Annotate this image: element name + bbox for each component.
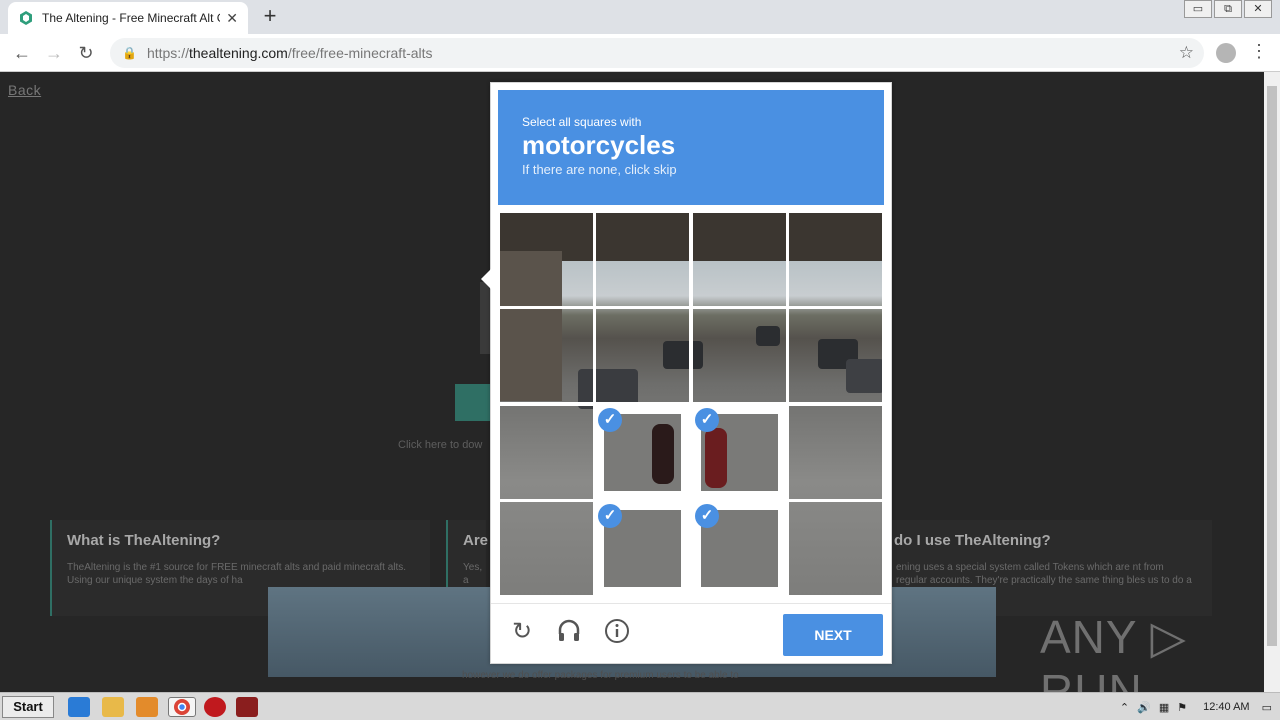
captcha-footer: ↻ NEXT: [491, 603, 891, 663]
captcha-skip-hint: If there are none, click skip: [522, 162, 677, 177]
window-controls: ▭ ⧉ ✕: [1182, 0, 1272, 18]
back-arrow-icon[interactable]: ←: [10, 41, 34, 65]
audio-challenge-icon[interactable]: [555, 618, 583, 646]
minimize-button[interactable]: ▭: [1184, 0, 1212, 18]
scrollbar-thumb[interactable]: [1267, 86, 1277, 646]
start-button[interactable]: Start: [2, 696, 54, 718]
card-title: do I use TheAltening?: [894, 532, 1051, 549]
profile-avatar-icon[interactable]: [1216, 43, 1236, 63]
close-window-button[interactable]: ✕: [1244, 0, 1272, 18]
system-tray: ⌃ 🔊 ▦ ⚑ 12:40 AM ▭: [1102, 695, 1280, 719]
reload-icon[interactable]: ↻: [74, 41, 98, 65]
site-favicon-icon: [20, 11, 32, 25]
motorcycle-shape: [705, 428, 727, 488]
bookmark-star-icon[interactable]: ☆: [1179, 43, 1194, 63]
background-hint-text: Click here to dow: [398, 439, 483, 451]
captcha-tile[interactable]: [594, 211, 691, 308]
browser-toolbar: ← → ↻ 🔒 https:// thealtening.com /free/f…: [0, 34, 1280, 72]
folder-icon[interactable]: [102, 697, 124, 717]
captcha-tile[interactable]: [787, 307, 884, 404]
chrome-icon[interactable]: [168, 697, 196, 717]
info-icon[interactable]: [603, 618, 631, 646]
checkmark-icon: ✓: [695, 408, 719, 432]
windows-taskbar: Start ⌃ 🔊 ▦ ⚑ 12:40 AM ▭: [0, 692, 1280, 720]
captcha-tile[interactable]: [498, 211, 595, 308]
card-title: Are: [463, 532, 489, 549]
browser-tab[interactable]: The Altening - Free Minecraft Alt Gen ✕: [8, 2, 248, 34]
anyrun-watermark: ANY ▷ RUN: [1040, 611, 1187, 692]
checkmark-icon: ✓: [598, 408, 622, 432]
ie-icon[interactable]: [68, 697, 90, 717]
captcha-tile[interactable]: [787, 211, 884, 308]
captcha-tile[interactable]: [594, 307, 691, 404]
captcha-pointer: [481, 269, 491, 289]
back-link[interactable]: Back: [8, 82, 41, 98]
url-protocol: https://: [146, 45, 189, 61]
network-icon[interactable]: ▦: [1159, 701, 1169, 714]
tab-close-icon[interactable]: ✕: [226, 10, 238, 27]
clock[interactable]: 12:40 AM: [1203, 701, 1249, 713]
lock-icon: 🔒: [122, 46, 137, 60]
menu-kebab-icon[interactable]: ⋮: [1250, 41, 1268, 62]
captcha-tile[interactable]: [498, 500, 595, 597]
background-bottom-text: however we do offer packages for premium…: [462, 670, 739, 681]
captcha-tile-selected[interactable]: ✓: [691, 404, 788, 501]
motorcycle-shape: [652, 424, 674, 484]
captcha-tile[interactable]: [691, 211, 788, 308]
opera-icon[interactable]: [204, 697, 226, 717]
flag-icon[interactable]: ⚑: [1177, 701, 1187, 714]
url-path: /free/free-minecraft-alts: [287, 45, 433, 61]
address-bar[interactable]: 🔒 https:// thealtening.com /free/free-mi…: [110, 38, 1204, 68]
captcha-tile-selected[interactable]: ✓: [594, 500, 691, 597]
info-circle-icon: [605, 619, 629, 643]
refresh-icon[interactable]: ↻: [508, 618, 536, 646]
next-button[interactable]: NEXT: [783, 614, 883, 656]
winrar-icon[interactable]: [236, 697, 258, 717]
new-tab-button[interactable]: +: [258, 4, 282, 28]
checkmark-icon: ✓: [598, 504, 622, 528]
captcha-image-grid: ✓ ✓ ✓ ✓: [498, 211, 884, 597]
captcha-tile[interactable]: [498, 404, 595, 501]
tab-title: The Altening - Free Minecraft Alt Gen: [42, 11, 221, 25]
captcha-instruction: Select all squares with: [522, 115, 642, 129]
chrome-logo-icon: [174, 699, 190, 715]
browser-tab-bar: The Altening - Free Minecraft Alt Gen ✕ …: [0, 0, 1280, 34]
media-player-icon[interactable]: [136, 697, 158, 717]
url-host: thealtening.com: [188, 45, 288, 61]
captcha-tile-selected[interactable]: ✓: [594, 404, 691, 501]
captcha-tile[interactable]: [787, 500, 884, 597]
page-scrollbar[interactable]: [1264, 72, 1280, 692]
checkmark-icon: ✓: [695, 504, 719, 528]
show-desktop-icon[interactable]: ▭: [1262, 701, 1272, 714]
captcha-tile[interactable]: [498, 307, 595, 404]
tray-expand-icon[interactable]: ⌃: [1120, 701, 1129, 714]
card-title: What is TheAltening?: [67, 532, 221, 549]
captcha-challenge: Select all squares with motorcycles If t…: [481, 82, 892, 664]
captcha-prompt: Select all squares with motorcycles If t…: [498, 90, 884, 205]
captcha-tile-selected[interactable]: ✓: [691, 500, 788, 597]
captcha-target: motorcycles: [522, 130, 676, 160]
captcha-tile[interactable]: [691, 307, 788, 404]
restore-button[interactable]: ⧉: [1214, 0, 1242, 18]
card-body: TheAltening is the #1 source for FREE mi…: [67, 562, 407, 586]
forward-arrow-icon[interactable]: →: [42, 41, 66, 65]
headphones-icon: [558, 619, 580, 641]
captcha-tile[interactable]: [787, 404, 884, 501]
volume-icon[interactable]: 🔊: [1137, 701, 1151, 714]
